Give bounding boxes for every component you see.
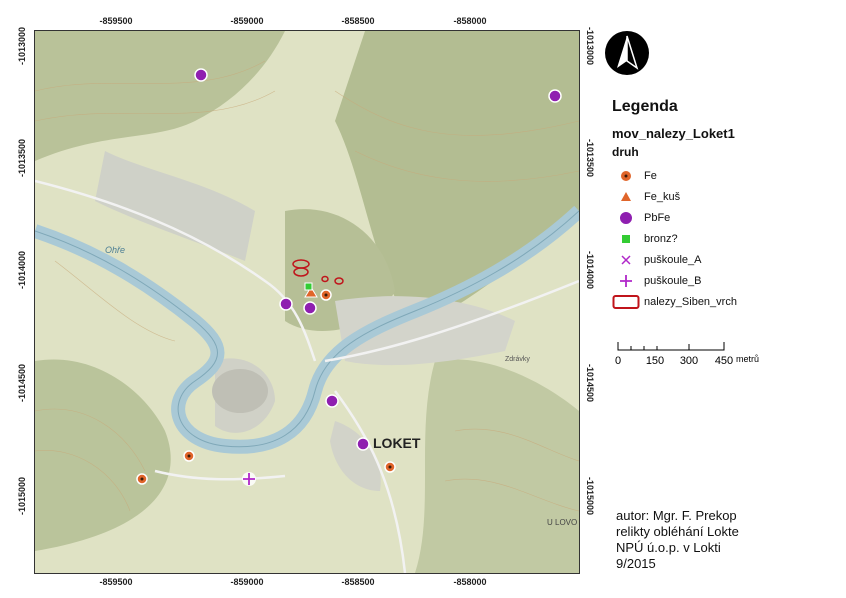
x-tick-top: -858500 bbox=[341, 16, 375, 26]
pbfe-find[interactable] bbox=[356, 437, 370, 451]
author-credits: autor: Mgr. F. Prekop relikty obléhání L… bbox=[616, 508, 739, 572]
legend-item-nalezy-siben-vrch: nalezy_Siben_vrch bbox=[612, 291, 832, 312]
y-tick-left: -1014500 bbox=[17, 363, 27, 403]
y-tick-right: -1013500 bbox=[585, 138, 595, 178]
legend-layer-name: mov_nalezy_Loket1 bbox=[612, 126, 735, 141]
town-label: LOKET bbox=[373, 435, 421, 451]
scale-label: 150 bbox=[646, 355, 664, 367]
x-tick-top: -859000 bbox=[230, 16, 264, 26]
scale-unit: metrů bbox=[736, 354, 759, 364]
author-line: autor: Mgr. F. Prekop bbox=[616, 508, 737, 523]
pbfe-find[interactable] bbox=[548, 89, 562, 103]
bronz-find[interactable] bbox=[304, 282, 313, 291]
y-tick-left: -1015000 bbox=[17, 476, 27, 516]
puskoule-a-cross-icon bbox=[612, 251, 640, 269]
bronz-square-icon bbox=[612, 230, 640, 248]
pbfe-find[interactable] bbox=[303, 301, 317, 315]
fe-kus-triangle-icon bbox=[612, 188, 640, 206]
castle-hill bbox=[212, 369, 268, 413]
puskoule-b-plus-icon bbox=[612, 272, 640, 290]
author-line: NPÚ ú.o.p. v Lokti bbox=[616, 540, 721, 555]
map-frame[interactable]: LOKET Ohře U LOVO Zdrávky bbox=[34, 30, 580, 574]
x-tick-bottom: -858500 bbox=[341, 577, 375, 587]
forest-area bbox=[35, 31, 285, 161]
topographic-map: LOKET Ohře U LOVO Zdrávky bbox=[35, 31, 579, 573]
legend-item-puskoule-a: puškoule_A bbox=[612, 249, 832, 270]
y-tick-left: -1013000 bbox=[17, 26, 27, 66]
x-tick-bottom: -859000 bbox=[230, 577, 264, 587]
pbfe-find[interactable] bbox=[194, 68, 208, 82]
map-legend: Legenda mov_nalezy_Loket1 druh Fe Fe_kuš… bbox=[612, 98, 832, 312]
fe-dot-icon bbox=[612, 167, 640, 185]
x-tick-bottom: -858000 bbox=[453, 577, 487, 587]
urban-area bbox=[330, 421, 381, 491]
forest-area bbox=[415, 359, 579, 573]
pbfe-find[interactable] bbox=[325, 394, 339, 408]
legend-item-fe-kus: Fe_kuš bbox=[612, 186, 832, 207]
legend-item-puskoule-b: puškoule_B bbox=[612, 270, 832, 291]
y-tick-right: -1013000 bbox=[585, 26, 595, 66]
pbfe-find[interactable] bbox=[279, 297, 293, 311]
forest-area bbox=[35, 359, 171, 551]
legend-field-name: druh bbox=[612, 145, 639, 159]
y-tick-right: -1014000 bbox=[585, 250, 595, 290]
legend-item-bronz: bronz? bbox=[612, 228, 832, 249]
scale-label: 300 bbox=[680, 355, 698, 367]
pbfe-circle-icon bbox=[612, 209, 640, 227]
north-arrow-icon bbox=[605, 31, 649, 75]
legend-item-pbfe: PbFe bbox=[612, 207, 832, 228]
y-tick-left: -1014000 bbox=[17, 250, 27, 290]
scale-label: 450 bbox=[715, 355, 733, 367]
y-tick-right: -1015000 bbox=[585, 476, 595, 516]
settlement-label: U LOVO bbox=[547, 518, 577, 527]
scale-label: 0 bbox=[615, 355, 621, 367]
puskoule-b-find[interactable] bbox=[242, 472, 256, 486]
x-tick-top: -859500 bbox=[99, 16, 133, 26]
settlement-label: Zdrávky bbox=[505, 356, 530, 363]
legend-title: Legenda bbox=[612, 98, 678, 115]
scale-bar: 0 150 300 450 metrů bbox=[615, 342, 759, 367]
y-tick-right: -1014500 bbox=[585, 363, 595, 403]
polygon-outline-icon bbox=[612, 293, 640, 311]
x-tick-top: -858000 bbox=[453, 16, 487, 26]
author-line: 9/2015 bbox=[616, 556, 656, 571]
x-tick-bottom: -859500 bbox=[99, 577, 133, 587]
y-tick-left: -1013500 bbox=[17, 138, 27, 178]
author-line: relikty obléhání Lokte bbox=[616, 524, 739, 539]
legend-item-fe: Fe bbox=[612, 165, 832, 186]
river-label: Ohře bbox=[105, 245, 125, 255]
